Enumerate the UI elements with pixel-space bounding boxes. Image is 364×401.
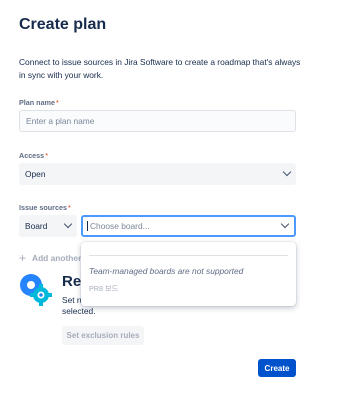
chevron-down-icon xyxy=(63,219,73,229)
add-another-label: Add another xyxy=(32,253,82,263)
required-mark: * xyxy=(45,151,48,160)
issue-sources-label: Issue sources* xyxy=(19,203,71,212)
set-exclusion-rules-button[interactable]: Set exclusion rules xyxy=(62,326,144,345)
access-label: Access* xyxy=(19,151,48,160)
gear-filter-icon xyxy=(20,274,52,306)
board-option-disabled: PR8 보드 xyxy=(89,284,119,293)
exclusions-text-2: selected. xyxy=(62,306,96,316)
required-mark: * xyxy=(55,98,59,107)
issue-source-type-select[interactable]: Board xyxy=(19,215,77,237)
page-description: Connect to issue sources in Jira Softwar… xyxy=(19,57,301,80)
access-value: Open xyxy=(25,169,46,179)
create-button[interactable]: Create xyxy=(258,359,296,377)
issue-source-type-value: Board xyxy=(25,221,48,231)
board-select[interactable]: Choose board... xyxy=(81,215,296,237)
plan-name-input[interactable]: Enter a plan name xyxy=(19,110,296,132)
board-placeholder: Choose board... xyxy=(87,221,150,231)
chevron-down-icon xyxy=(280,219,290,229)
plan-name-placeholder: Enter a plan name xyxy=(26,116,95,126)
required-mark: * xyxy=(67,203,71,212)
plan-name-label: Plan name* xyxy=(19,98,59,107)
issue-sources-label-text: Issue sources xyxy=(19,203,67,212)
board-dropdown-menu: Team-managed boards are not supported PR… xyxy=(81,242,296,306)
access-label-text: Access xyxy=(19,151,45,160)
page-title: Create plan xyxy=(19,16,107,33)
add-another-button[interactable]: + Add another xyxy=(19,251,81,265)
plan-name-label-text: Plan name xyxy=(19,98,55,107)
chevron-down-icon xyxy=(282,167,292,177)
team-managed-notice: Team-managed boards are not supported xyxy=(89,266,244,276)
dropdown-divider xyxy=(89,255,288,256)
access-select[interactable]: Open xyxy=(19,163,296,185)
plus-icon: + xyxy=(19,251,27,265)
